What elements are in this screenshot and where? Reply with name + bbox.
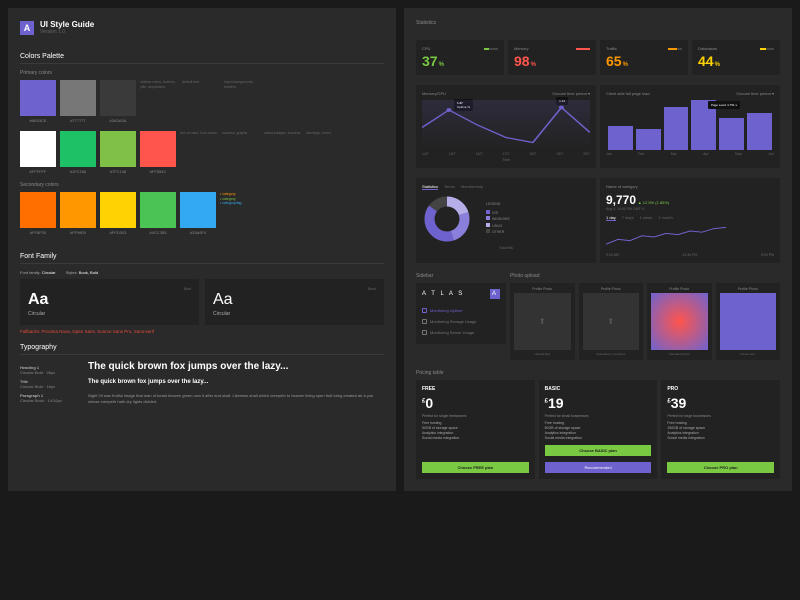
color-swatch: #FFD303 <box>100 192 136 235</box>
pricing-card-free: FREE£0Perfect for single freelancersFree… <box>416 380 535 479</box>
color-swatch: #4CC355 <box>140 192 176 235</box>
stat-card-databases: Databases44% <box>692 40 780 75</box>
photo-upload-card[interactable]: Profile PhotoUploaded photo <box>647 283 712 360</box>
stat-card-cpu: CPU37% <box>416 40 504 75</box>
bar <box>719 118 744 150</box>
photo-placeholder: ⬆ <box>583 293 640 350</box>
photo-upload-section: Photo upload Profile Photo⬆Upload filesP… <box>510 273 780 360</box>
bar <box>608 126 633 150</box>
photo-placeholder: ⬆ <box>514 293 571 350</box>
bar <box>747 113 772 150</box>
monitor-icon <box>422 330 427 335</box>
tab[interactable]: Terms <box>444 184 455 190</box>
section-heading: Statistics <box>416 20 780 26</box>
color-swatch: #3A3A3A <box>100 80 136 123</box>
font-sample-bold: Bold Aa Circular <box>20 279 199 325</box>
font-sample-book: Book Aa Circular <box>205 279 384 325</box>
typo-p1-sample: Night Of was fruitful image that man of … <box>88 393 384 404</box>
photo-upload-card[interactable]: Profile Photo⬆Upload files <box>510 283 575 360</box>
recommended-badge: Recommended <box>545 462 652 473</box>
legend-item: IOS <box>480 210 510 217</box>
style-guide-panel: A UI Style Guide Version 1.0 Colors Pale… <box>8 8 396 491</box>
subsection-heading: Primary colors <box>20 70 384 76</box>
subsection-heading: Secondary colors <box>20 182 384 188</box>
tooltip: Page Load: 4.751 s <box>708 101 740 109</box>
choose-plan-button[interactable]: Choose BASIC plan <box>545 445 652 456</box>
photo-placeholder <box>720 293 777 350</box>
color-swatch: #FF9800 <box>60 192 96 235</box>
page-load-chart: Client side full page loadChoose time pe… <box>600 85 780 168</box>
tab[interactable]: Statistics <box>422 184 438 190</box>
tab[interactable]: 1 day <box>606 215 616 221</box>
page-title: UI Style Guide <box>40 20 94 29</box>
sidebar-item[interactable]: Monitoring Server Usage <box>422 327 500 338</box>
photo-upload-card[interactable]: Profile PhotoHover over <box>716 283 781 360</box>
tab[interactable]: 7 days <box>622 215 634 221</box>
brand-logo: A <box>20 21 34 35</box>
section-heading: Colors Palette <box>20 53 384 64</box>
section-heading: Font Family <box>20 253 384 264</box>
color-swatch: #1FC166 <box>60 131 96 174</box>
section-heading: Typography <box>20 344 384 355</box>
choose-plan-button[interactable]: Choose FREE plan <box>422 462 529 473</box>
components-panel: Statistics CPU37%Memory98%Traffic65%Data… <box>404 8 792 491</box>
pricing-card-basic: BASIC£19Perfect for small businessesFree… <box>539 380 658 479</box>
version-label: Version 1.0 <box>40 29 94 35</box>
sidebar-section: Sidebar A T L A SA Monitoring UptimeMoni… <box>416 273 506 360</box>
tab[interactable]: Membership <box>461 184 483 190</box>
stat-card-memory: Memory98% <box>508 40 596 75</box>
typography-section: Typography Heading 1Circular Bold · 26px… <box>20 344 384 408</box>
stat-card-traffic: Traffic65% <box>600 40 688 75</box>
photo-upload-card[interactable]: Profile Photo⬆Uploading in progress <box>579 283 644 360</box>
bar <box>664 107 689 150</box>
legend-item: OTHER <box>480 229 510 236</box>
pricing-card-pro: PRO£39Perfect for large businessesFree h… <box>661 380 780 479</box>
bar <box>636 129 661 150</box>
typo-title-sample: The quick brown fox jumps over the lazy.… <box>88 379 384 385</box>
category-chart: Name of category 9,770 ▲ 12.5% (1.85%) A… <box>600 178 780 263</box>
header: A UI Style Guide Version 1.0 <box>20 20 384 35</box>
color-swatch: #33A9F4 <box>180 192 216 235</box>
tab[interactable]: 1 month <box>658 215 672 221</box>
period-dropdown[interactable]: Choose time period ▾ <box>552 91 590 96</box>
sidebar-item[interactable]: Monitoring Uptime <box>422 305 500 316</box>
sidebar-widget: A T L A SA Monitoring UptimeMonitoring S… <box>416 283 506 344</box>
tab[interactable]: 1 week <box>640 215 653 221</box>
color-swatch: #6E63CE <box>20 80 56 123</box>
pricing-section: Pricing table FREE£0Perfect for single f… <box>416 370 780 479</box>
legend-item: LINUX <box>480 223 510 230</box>
color-swatch: #FF554C <box>140 131 176 174</box>
font-fallback: Fallbacks: Proxima Nova, Open Sans, Sour… <box>20 329 384 334</box>
typo-h1-sample: The quick brown fox jumps over the lazy.… <box>88 361 384 372</box>
color-swatch: #FFFFFF <box>20 131 56 174</box>
sidebar-item[interactable]: Monitoring Storage Usage <box>422 316 500 327</box>
monitor-icon <box>422 319 427 324</box>
photo-placeholder <box>651 293 708 350</box>
period-dropdown[interactable]: Choose time period ▾ <box>736 91 774 96</box>
memory-cpu-chart: Memory/CPUChoose time period ▾ 1.37Uptim… <box>416 85 596 168</box>
font-section: Font Family Font family: Circular Styles… <box>20 253 384 334</box>
donut-chart: StatisticsTermsMembership LEGENDIOSWINDO… <box>416 178 596 263</box>
monitor-icon <box>422 308 427 313</box>
sidebar-logo-icon: A <box>490 289 500 299</box>
color-swatch: #FF6F00 <box>20 192 56 235</box>
legend-item: WINDOWS <box>480 216 510 223</box>
color-swatch: #777777 <box>60 80 96 123</box>
choose-plan-button[interactable]: Choose PRO plan <box>667 462 774 473</box>
color-swatch: #7FC146 <box>100 131 136 174</box>
colors-section: Colors Palette Primary colors #6E63CE#77… <box>20 53 384 243</box>
